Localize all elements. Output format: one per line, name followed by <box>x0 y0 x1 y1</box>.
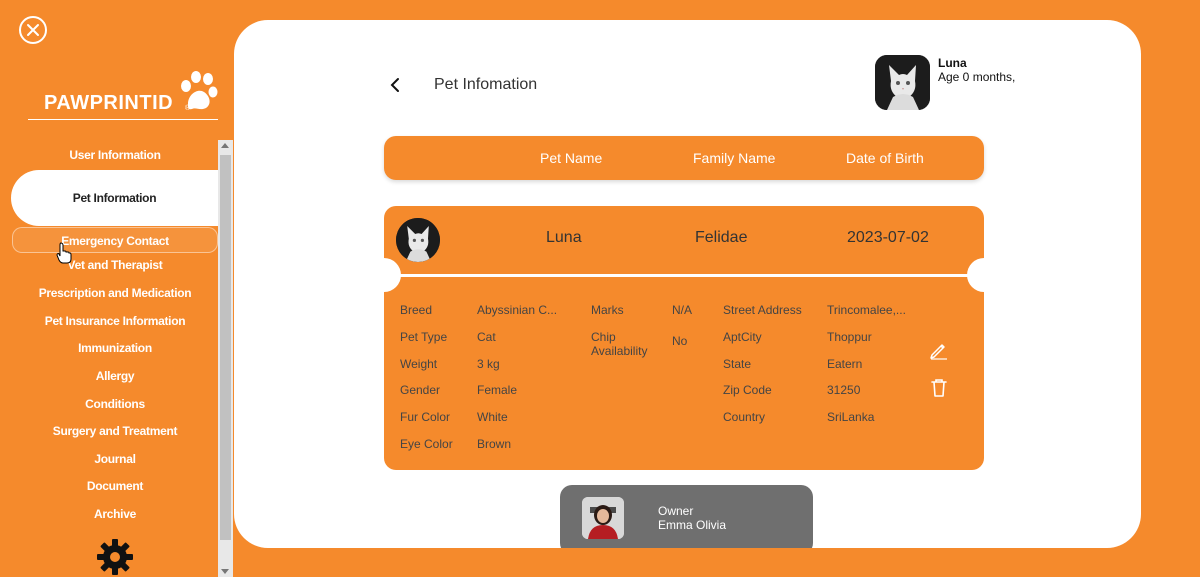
sidebar-item-archive[interactable]: Archive <box>12 507 218 521</box>
header-pet-name: Pet Name <box>540 150 603 166</box>
sidebar-item-immunization[interactable]: Immunization <box>12 341 218 355</box>
cat-photo-icon <box>875 55 930 110</box>
gender-value: Female <box>477 383 518 397</box>
country-value: SriLanka <box>827 410 875 424</box>
sidebar-item-allergy[interactable]: Allergy <box>12 369 218 383</box>
header-family-name: Family Name <box>693 150 776 166</box>
sidebar-item-prescription-and-medication[interactable]: Prescription and Medication <box>12 286 218 300</box>
sidebar-item-journal[interactable]: Journal <box>12 452 218 466</box>
pet-card-summary[interactable]: Luna Felidae 2023-07-02 <box>384 206 984 274</box>
chip-label-line1: Chip <box>591 330 616 344</box>
edit-pencil-icon[interactable] <box>929 340 949 360</box>
paw-icon <box>181 71 218 110</box>
owner-name: Emma Olivia <box>658 518 727 532</box>
breed-value: Abyssinian C... <box>477 303 558 317</box>
card-notch-right <box>967 258 1001 292</box>
pet-card-avatar <box>396 218 440 262</box>
chip-label-line2: Availability <box>591 344 648 358</box>
street-address-value: Trincomalee,... <box>827 303 906 317</box>
table-header: Pet Name Family Name Date of Birth <box>384 136 984 180</box>
state-value: Eatern <box>827 357 863 371</box>
owner-avatar <box>582 497 624 539</box>
scroll-thumb[interactable] <box>220 155 231 540</box>
owner-photo-icon <box>582 497 624 539</box>
sidebar-item-surgery-and-treatment[interactable]: Surgery and Treatment <box>12 424 218 438</box>
state-label: State <box>723 357 752 371</box>
weight-value: 3 kg <box>477 357 500 371</box>
hand-cursor-icon <box>56 242 72 264</box>
pet-family-value: Felidae <box>695 229 748 246</box>
pet-type-value: Cat <box>477 330 496 344</box>
pet-avatar[interactable] <box>875 55 930 110</box>
sidebar-item-emergency-contact[interactable]: Emergency Contact <box>12 227 218 253</box>
settings-gear-icon[interactable] <box>96 538 134 576</box>
brand-logo: PAWPRINTID ® <box>28 70 218 120</box>
sidebar-item-conditions[interactable]: Conditions <box>12 397 218 411</box>
eye-color-value: Brown <box>477 437 512 451</box>
header-date-of-birth: Date of Birth <box>846 150 924 166</box>
country-label: Country <box>723 410 766 424</box>
zip-code-value: 31250 <box>827 383 861 397</box>
street-address-label: Street Address <box>723 303 802 317</box>
zip-code-label: Zip Code <box>723 383 772 397</box>
scroll-up-arrow-icon[interactable] <box>221 143 229 148</box>
marks-value: N/A <box>672 303 693 317</box>
sidebar-item-pet-information[interactable]: Pet Information <box>11 170 218 226</box>
sidebar-item-user-information[interactable]: User Information <box>12 140 218 170</box>
sidebar-item-vet-and-therapist[interactable]: Vet and Therapist <box>12 258 218 272</box>
cat-photo-icon <box>396 218 440 262</box>
sidebar-item-pet-insurance-information[interactable]: Pet Insurance Information <box>12 314 218 328</box>
weight-label: Weight <box>400 357 438 371</box>
page-title: Pet Infomation <box>434 76 538 93</box>
trash-icon[interactable] <box>930 378 948 398</box>
owner-card[interactable]: Owner Emma Olivia <box>560 485 813 548</box>
sidebar-item-document[interactable]: Document <box>12 479 218 493</box>
card-notch-left <box>367 258 401 292</box>
fur-color-value: White <box>477 410 508 424</box>
fur-color-label: Fur Color <box>400 410 451 424</box>
marks-label: Marks <box>591 303 624 317</box>
eye-color-label: Eye Color <box>400 437 453 451</box>
main-panel: Pet Infomation Luna Age 0 months, Pet Na… <box>234 20 1141 548</box>
chip-value: No <box>672 334 688 348</box>
pet-header-age: Age 0 months, <box>938 70 1016 84</box>
aptcity-value: Thoppur <box>827 330 872 344</box>
gender-label: Gender <box>400 383 441 397</box>
scroll-down-arrow-icon[interactable] <box>221 569 229 574</box>
close-button[interactable] <box>19 16 47 44</box>
close-icon <box>27 24 39 36</box>
sidebar-scrollbar[interactable] <box>218 140 233 577</box>
pet-header-name: Luna <box>938 56 967 70</box>
owner-label: Owner <box>658 504 694 518</box>
pet-type-label: Pet Type <box>400 330 448 344</box>
brand-name: PAWPRINTID <box>44 92 174 114</box>
pet-card-details: Breed Abyssinian C... Pet Type Cat Weigh… <box>384 277 984 470</box>
back-chevron-icon[interactable] <box>388 77 402 93</box>
pet-name-value: Luna <box>546 229 582 246</box>
aptcity-label: AptCity <box>723 330 762 344</box>
pet-dob-value: 2023-07-02 <box>847 229 929 246</box>
breed-label: Breed <box>400 303 433 317</box>
